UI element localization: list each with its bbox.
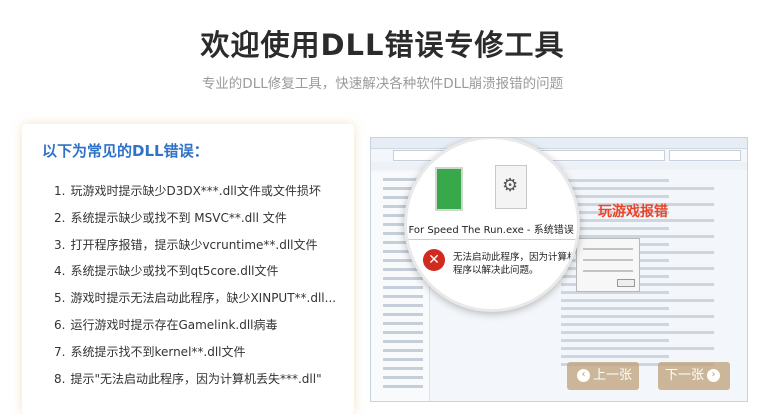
list-item: 3. 打开程序报错，提示缺少vcruntime**.dll文件	[54, 232, 336, 259]
item-text: 提示"无法启动此程序，因为计算机丢失***.dll"	[70, 371, 322, 386]
error-dialog-title: d For Speed The Run.exe - 系统错误	[407, 223, 577, 240]
game-file-icon	[435, 167, 463, 211]
item-number: 7.	[54, 344, 66, 359]
chevron-right-icon: ›	[707, 369, 720, 382]
item-number: 2.	[54, 210, 66, 225]
list-item: 6. 运行游戏时提示存在Gamelink.dll病毒	[54, 312, 336, 339]
item-text: 运行游戏时提示存在Gamelink.dll病毒	[70, 317, 278, 332]
item-number: 6.	[54, 317, 66, 332]
error-message-line: 无法启动此程序，因为计算机中	[453, 252, 580, 263]
prev-image-button[interactable]: ‹ 上一张	[567, 362, 639, 390]
item-text: 玩游戏时提示缺少D3DX***.dll文件或文件损坏	[70, 184, 321, 198]
list-item: 8. 提示"无法启动此程序，因为计算机丢失***.dll"	[54, 366, 336, 393]
common-errors-card: 以下为常见的DLL错误： 1. 玩游戏时提示缺少D3DX***.dll文件或文件损…	[22, 124, 354, 414]
next-button-label: 下一张	[664, 368, 704, 383]
list-item: 4. 系统提示缺少或找不到qt5core.dll文件	[54, 258, 336, 285]
card-heading: 以下为常见的DLL错误：	[42, 142, 209, 160]
screenshot-caption: 玩游戏报错	[598, 204, 668, 220]
list-item: 1. 玩游戏时提示缺少D3DX***.dll文件或文件损坏	[54, 178, 336, 205]
list-item: 7. 系统提示找不到kernel**.dll文件	[54, 339, 336, 366]
error-message-line: 程序以解决此问题。	[453, 265, 539, 276]
page-subtitle: 专业的DLL修复工具，快速解决各种软件DLL崩溃报错的问题	[201, 76, 564, 92]
item-text: 系统提示缺少或找不到 MSVC**.dll 文件	[70, 210, 287, 225]
item-text: 系统提示缺少或找不到qt5core.dll文件	[70, 264, 279, 279]
small-error-dialog	[576, 238, 640, 292]
item-number: 4.	[54, 264, 66, 279]
settings-file-icon	[495, 165, 527, 209]
item-number: 1.	[54, 184, 66, 198]
item-number: 5.	[54, 291, 66, 306]
chevron-left-icon: ‹	[576, 369, 590, 382]
error-icon: ✕	[423, 249, 445, 271]
magnifier-lens: d For Speed The Run.exe - 系统错误 ✕ 无法启动此程序…	[404, 138, 580, 312]
error-list: 1. 玩游戏时提示缺少D3DX***.dll文件或文件损坏 2. 系统提示缺少或找不…	[54, 178, 336, 392]
item-text: 游戏时提示无法启动此程序，缺少XINPUT**.dll...	[70, 291, 337, 306]
item-number: 8.	[54, 371, 66, 386]
item-number: 3.	[54, 237, 66, 252]
item-text: 系统提示找不到kernel**.dll文件	[70, 344, 246, 359]
list-item: 2. 系统提示缺少或找不到 MSVC**.dll 文件	[54, 205, 336, 232]
prev-button-label: 上一张	[592, 368, 632, 383]
error-screenshot: d For Speed The Run.exe - 系统错误 ✕ 无法启动此程序…	[370, 137, 748, 402]
page-title: 欢迎使用DLL错误专修工具	[200, 28, 565, 62]
list-item: 5. 游戏时提示无法启动此程序，缺少XINPUT**.dll...	[54, 285, 336, 312]
next-image-button[interactable]: 下一张 ›	[658, 362, 730, 390]
item-text: 打开程序报错，提示缺少vcruntime**.dll文件	[70, 237, 318, 252]
explorer-titlebar	[371, 138, 747, 149]
explorer-search-box	[669, 150, 741, 161]
